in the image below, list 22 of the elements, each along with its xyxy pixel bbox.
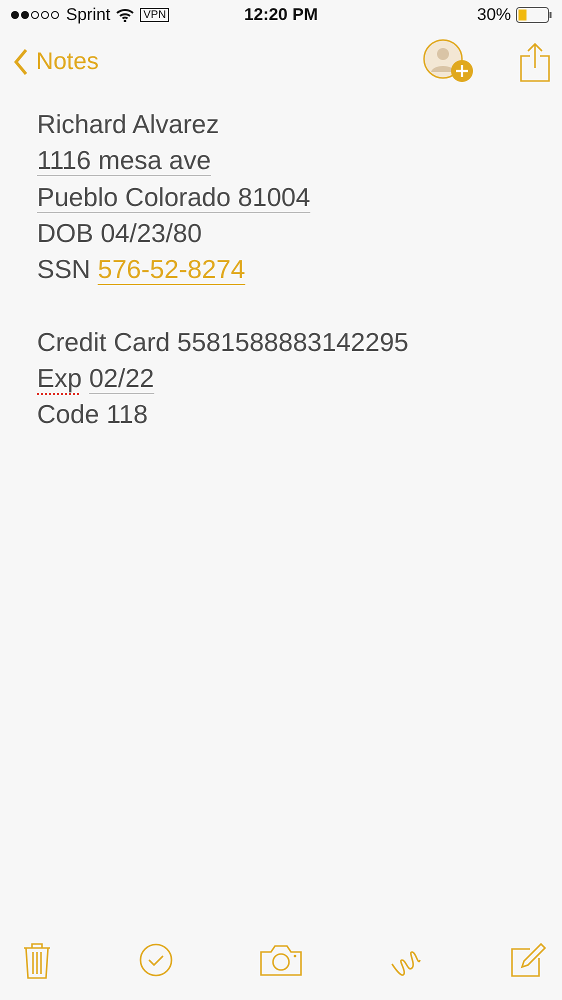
- note-text: Code 118: [37, 398, 149, 432]
- detected-text[interactable]: Pueblo Colorado 81004: [37, 178, 525, 215]
- checkmark-circle-icon[interactable]: [138, 943, 172, 977]
- note-text: Credit Card 5581588883142295: [37, 326, 410, 359]
- carrier-name: Sprint: [66, 5, 110, 25]
- detected-text[interactable]: 1116 mesa ave: [37, 142, 525, 179]
- detected-text[interactable]: 02/22: [89, 360, 154, 396]
- share-icon[interactable]: [520, 42, 550, 82]
- clock: 12:20 PM: [244, 5, 318, 25]
- battery-icon: [516, 7, 552, 23]
- wifi-icon: [116, 8, 134, 22]
- signal-icon: [10, 10, 60, 20]
- camera-icon[interactable]: [259, 943, 303, 977]
- battery-percent: 30%: [476, 5, 512, 25]
- vpn-badge: VPN: [140, 8, 170, 22]
- compose-icon[interactable]: [510, 942, 546, 978]
- note-text: SSN: [37, 253, 90, 286]
- misspelled-word[interactable]: Exp: [37, 360, 82, 396]
- note-text: Richard Alvarez: [37, 108, 220, 141]
- trash-icon[interactable]: [22, 941, 52, 979]
- chevron-icon: [14, 48, 28, 76]
- note-text: DOB 04/23/80: [37, 216, 203, 250]
